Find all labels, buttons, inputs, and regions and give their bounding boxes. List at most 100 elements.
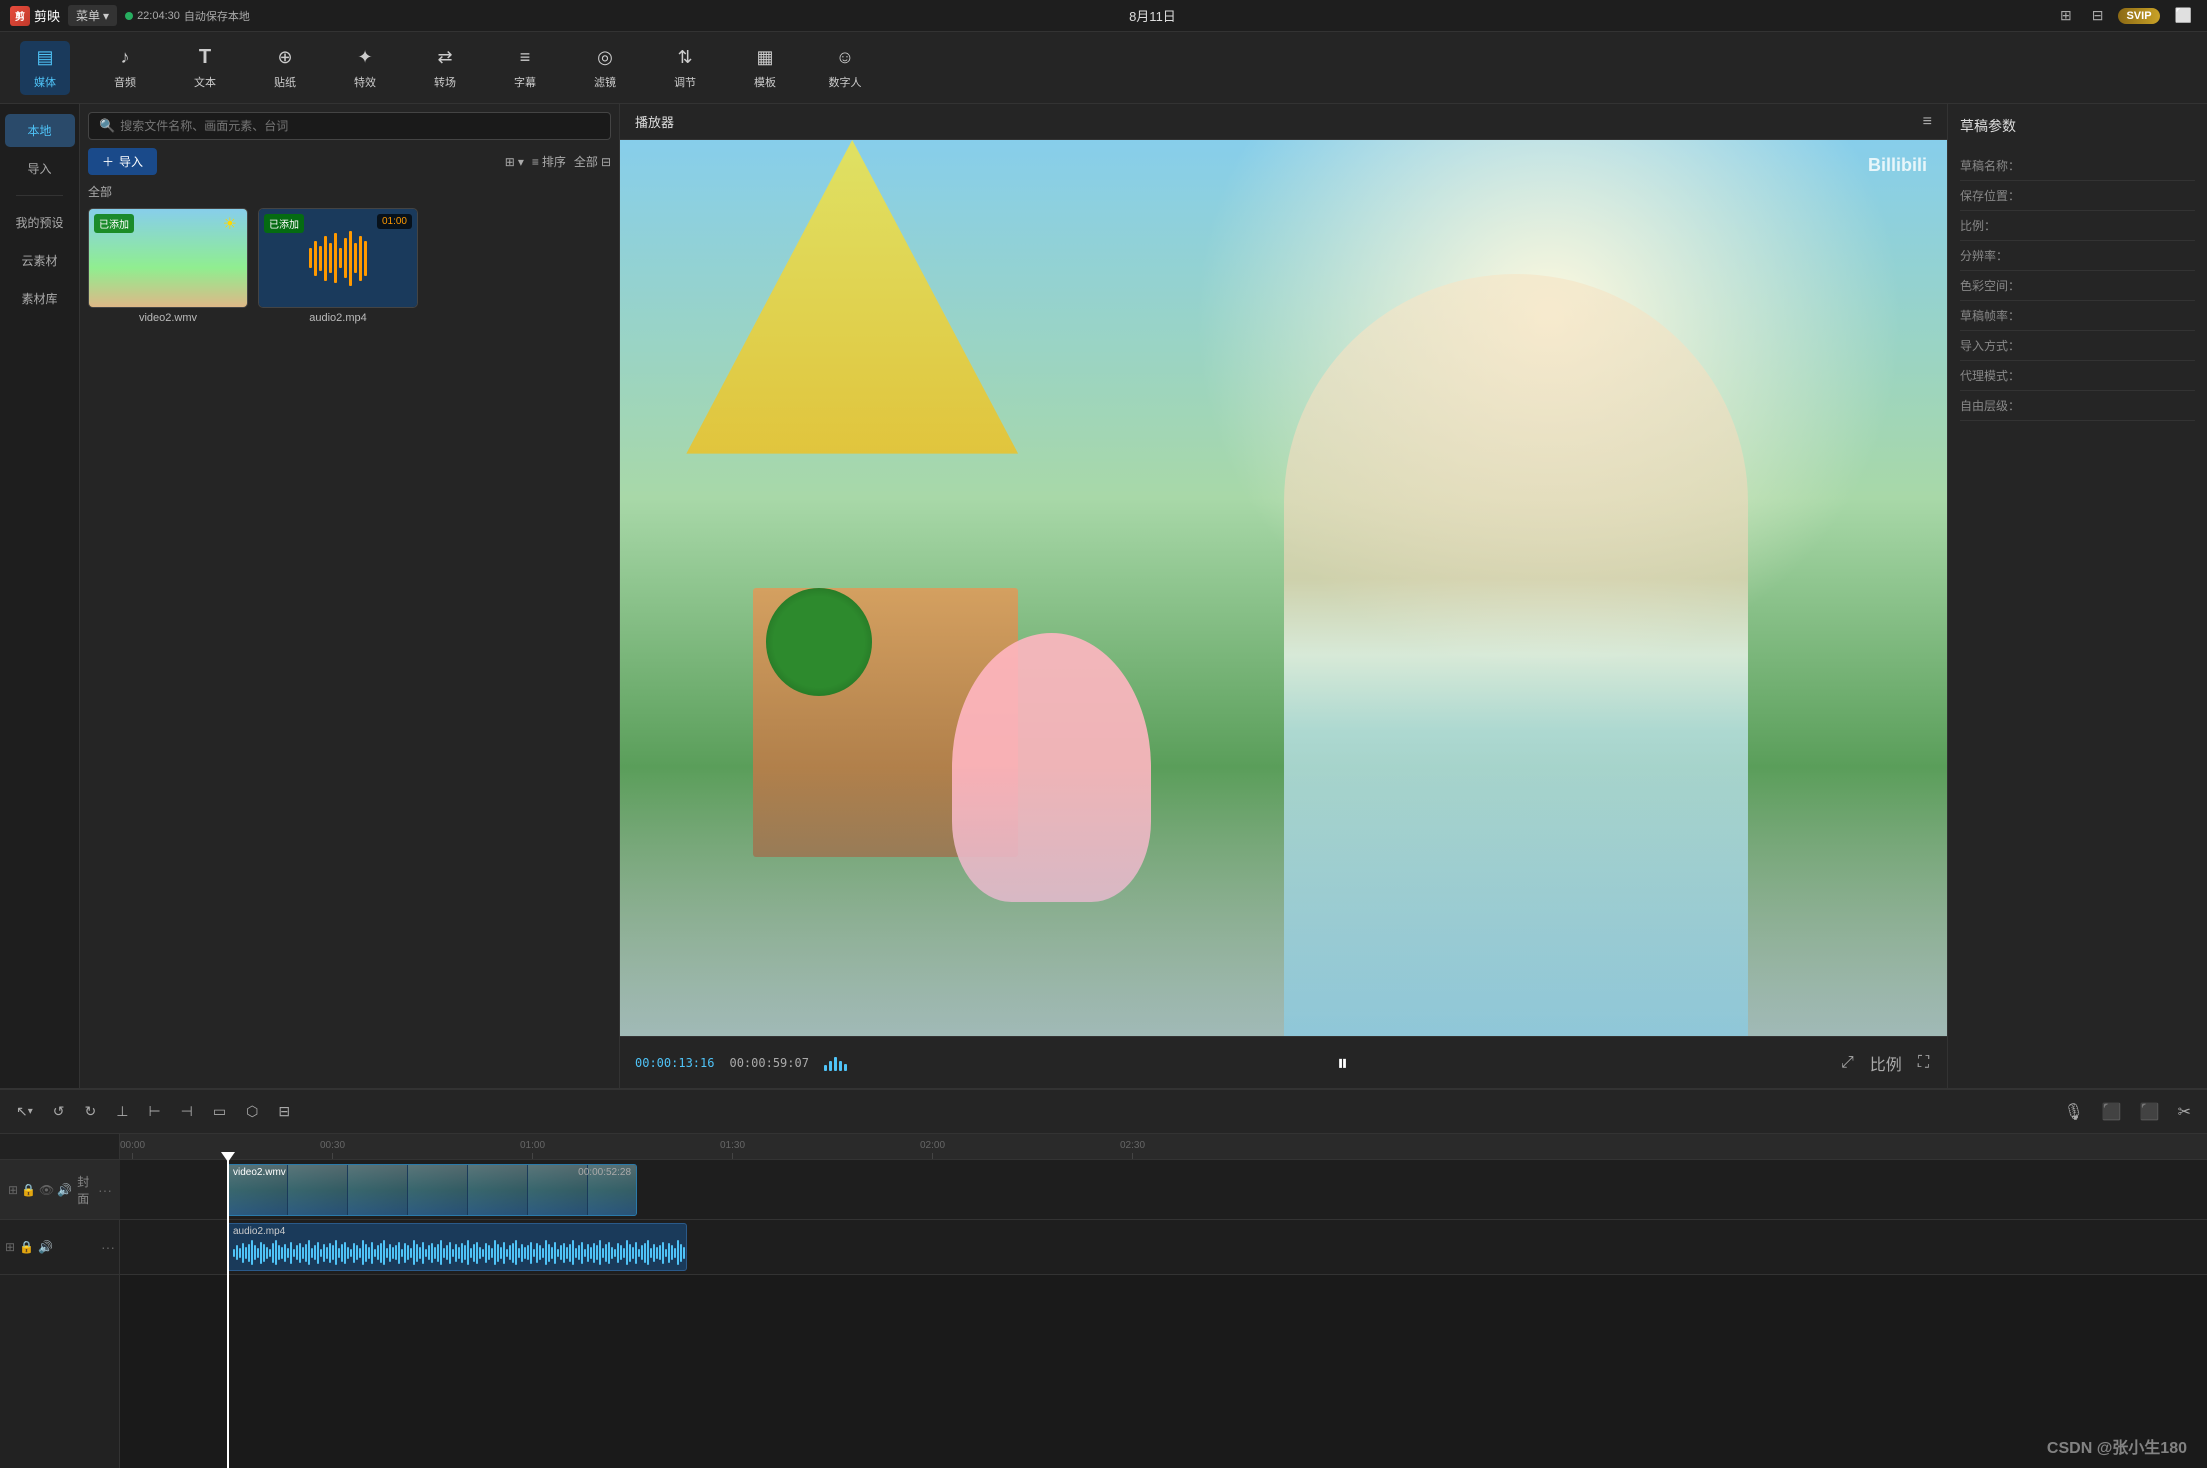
redo-button[interactable]: ↻ [79, 1099, 103, 1124]
top-bar-left: 剪 剪映 菜单 ▾ 22:04:30 自动保存本地 [10, 5, 250, 26]
audio-label: 音频 [114, 74, 136, 90]
sort-controls: ⊞ ▾ ≡ 排序 全部 ⊟ [505, 153, 611, 170]
fullscreen-button[interactable]: ⛶ [1915, 1051, 1932, 1075]
audio-waveform-bar [380, 1243, 382, 1263]
total-time: 00:00:59:07 [729, 1056, 808, 1070]
audio-clip[interactable]: audio2.mp4 [227, 1223, 687, 1271]
undo-icon: ↺ [53, 1103, 65, 1120]
tool-effects[interactable]: ✦ 特效 [340, 41, 390, 95]
ruler-mark-2: 01:00 [520, 1140, 545, 1159]
nav-library-label: 素材库 [21, 292, 57, 306]
pip-button[interactable]: ⤢ [1838, 1051, 1857, 1075]
tool-audio[interactable]: ♪ 音频 [100, 41, 150, 95]
tool-adjust[interactable]: ⇅ 调节 [660, 41, 710, 95]
cut-audio-button[interactable]: ✂ [2172, 1099, 2197, 1125]
tool-sticker[interactable]: ⊕ 贴纸 [260, 41, 310, 95]
player-menu-icon[interactable]: ≡ [1923, 113, 1932, 131]
window-control-button[interactable]: ⬜ [2170, 5, 2197, 26]
video-clip[interactable]: video2.wmv 00:00:52:28 [227, 1164, 637, 1216]
delete-button[interactable]: ▭ [207, 1099, 232, 1124]
video-track-button[interactable]: ⬛ [2134, 1099, 2166, 1125]
text-label: 文本 [194, 74, 216, 90]
timeline-main[interactable]: 00:00 00:30 01:00 01:30 02:00 [120, 1134, 2207, 1468]
audio-waveform-bar [497, 1244, 499, 1262]
top-bar-center: 8月11日 [1129, 6, 1176, 25]
audio-waveform-bar [335, 1240, 337, 1265]
ruler-label-3: 01:30 [720, 1140, 745, 1151]
all-filter-button[interactable]: 全部 ⊟ [574, 153, 611, 170]
audio-waveform-bar [254, 1245, 256, 1260]
list-item[interactable]: 已添加 video2.wmv [88, 208, 248, 324]
wbar [349, 231, 352, 286]
audio-bars [824, 1055, 847, 1071]
nav-local[interactable]: 本地 [5, 114, 75, 147]
mic-button[interactable]: 🎙 [2057, 1099, 2089, 1125]
nav-preset[interactable]: 我的预设 [5, 206, 75, 239]
ratio-button[interactable]: 比例 [1867, 1048, 1905, 1078]
player-image: Billibili [620, 140, 1947, 1036]
list-item[interactable]: 已添加 01:00 audio2.mp4 [258, 208, 418, 324]
display-mode-button[interactable]: ⊞ [2055, 5, 2077, 26]
adjust-label: 调节 [674, 74, 696, 90]
wbar [359, 236, 362, 281]
select-tool-button[interactable]: ↖ ▾ [10, 1099, 39, 1124]
audio-waveform-bar [470, 1248, 472, 1258]
split-right-button[interactable]: ⊣ [175, 1099, 199, 1124]
save-text: 自动保存本地 [184, 8, 250, 24]
tool-subtitle[interactable]: ≡ 字幕 [500, 41, 550, 95]
menu-button[interactable]: 菜单 ▾ [68, 5, 117, 26]
image-button[interactable]: ⊟ [272, 1099, 296, 1124]
lock-icon-2[interactable]: 🔒 [19, 1240, 34, 1254]
audio-track-icon: ⬛ [2102, 1104, 2122, 1121]
prop-label-free-layer: 自由层级： [1960, 397, 2025, 414]
tool-template[interactable]: ▦ 模板 [740, 41, 790, 95]
sort-button[interactable]: ≡ 排序 [532, 153, 566, 170]
video-track-label-row: ⊞ 🔒 👁 🔊 封面 ··· [0, 1160, 120, 1220]
center-panel: 播放器 ≡ Billibili 00:00:13:16 00:00:59:07 [620, 104, 1947, 1088]
undo-button[interactable]: ↺ [47, 1099, 71, 1124]
nav-cloud[interactable]: 云素材 [5, 244, 75, 277]
tool-filter[interactable]: ◎ 滤镜 [580, 41, 630, 95]
play-pause-button[interactable]: ⏸ [1337, 1050, 1348, 1076]
sticker-label: 贴纸 [274, 74, 296, 90]
split-button[interactable]: ⊥ [110, 1099, 134, 1124]
eye-icon[interactable]: 👁 [39, 1183, 54, 1197]
right-panel: 草稿参数 草稿名称： 保存位置： 比例： 分辨率： 色彩空间： 草稿帧率： 导入… [1947, 104, 2207, 1088]
ruler-mark-0: 00:00 [120, 1140, 145, 1159]
lock-icon[interactable]: 🔒 [21, 1183, 36, 1197]
protect-button[interactable]: ⬡ [240, 1099, 264, 1124]
audio-level-indicator[interactable] [824, 1055, 847, 1071]
split-left-button[interactable]: ⊢ [142, 1099, 166, 1124]
player-viewport[interactable]: Billibili [620, 140, 1947, 1036]
audio-waveform-bar [644, 1243, 646, 1263]
tool-digital[interactable]: ☺ 数字人 [820, 41, 870, 95]
menu-label: 菜单 [76, 7, 100, 24]
tool-transition[interactable]: ⇄ 转场 [420, 41, 470, 95]
speaker-icon-2[interactable]: 🔊 [38, 1240, 53, 1254]
bilibili-logo: Billibili [1868, 155, 1927, 176]
audio-waveform-bar [356, 1245, 358, 1260]
audio-waveform-bar [353, 1243, 355, 1263]
audio-icon: ♪ [113, 46, 137, 70]
save-time: 22:04:30 [137, 10, 180, 22]
import-button[interactable]: ＋ 导入 [88, 148, 157, 175]
tool-text[interactable]: T 文本 [180, 41, 230, 95]
nav-import[interactable]: 导入 [5, 152, 75, 185]
wbar [344, 238, 347, 278]
view-toggle-button[interactable]: ⊞ ▾ [505, 155, 524, 169]
nav-import-label: 导入 [27, 162, 51, 176]
audio-waveform-bar [311, 1248, 313, 1258]
audio-waveform-bar [653, 1244, 655, 1262]
speaker-icon[interactable]: 🔊 [57, 1183, 72, 1197]
nav-library[interactable]: 素材库 [5, 282, 75, 315]
audio-track-button[interactable]: ⬛ [2096, 1099, 2128, 1125]
audio-waveform-bar [407, 1245, 409, 1260]
more-icon-2[interactable]: ··· [101, 1239, 115, 1255]
tool-media[interactable]: ▤ 媒体 [20, 41, 70, 95]
ruler-label-2: 01:00 [520, 1140, 545, 1151]
search-input[interactable] [120, 119, 600, 133]
sticker-icon: ⊕ [273, 46, 297, 70]
player-header: 播放器 ≡ [620, 104, 1947, 140]
more-icon[interactable]: ··· [98, 1182, 112, 1198]
layout-button[interactable]: ⊟ [2087, 5, 2109, 26]
